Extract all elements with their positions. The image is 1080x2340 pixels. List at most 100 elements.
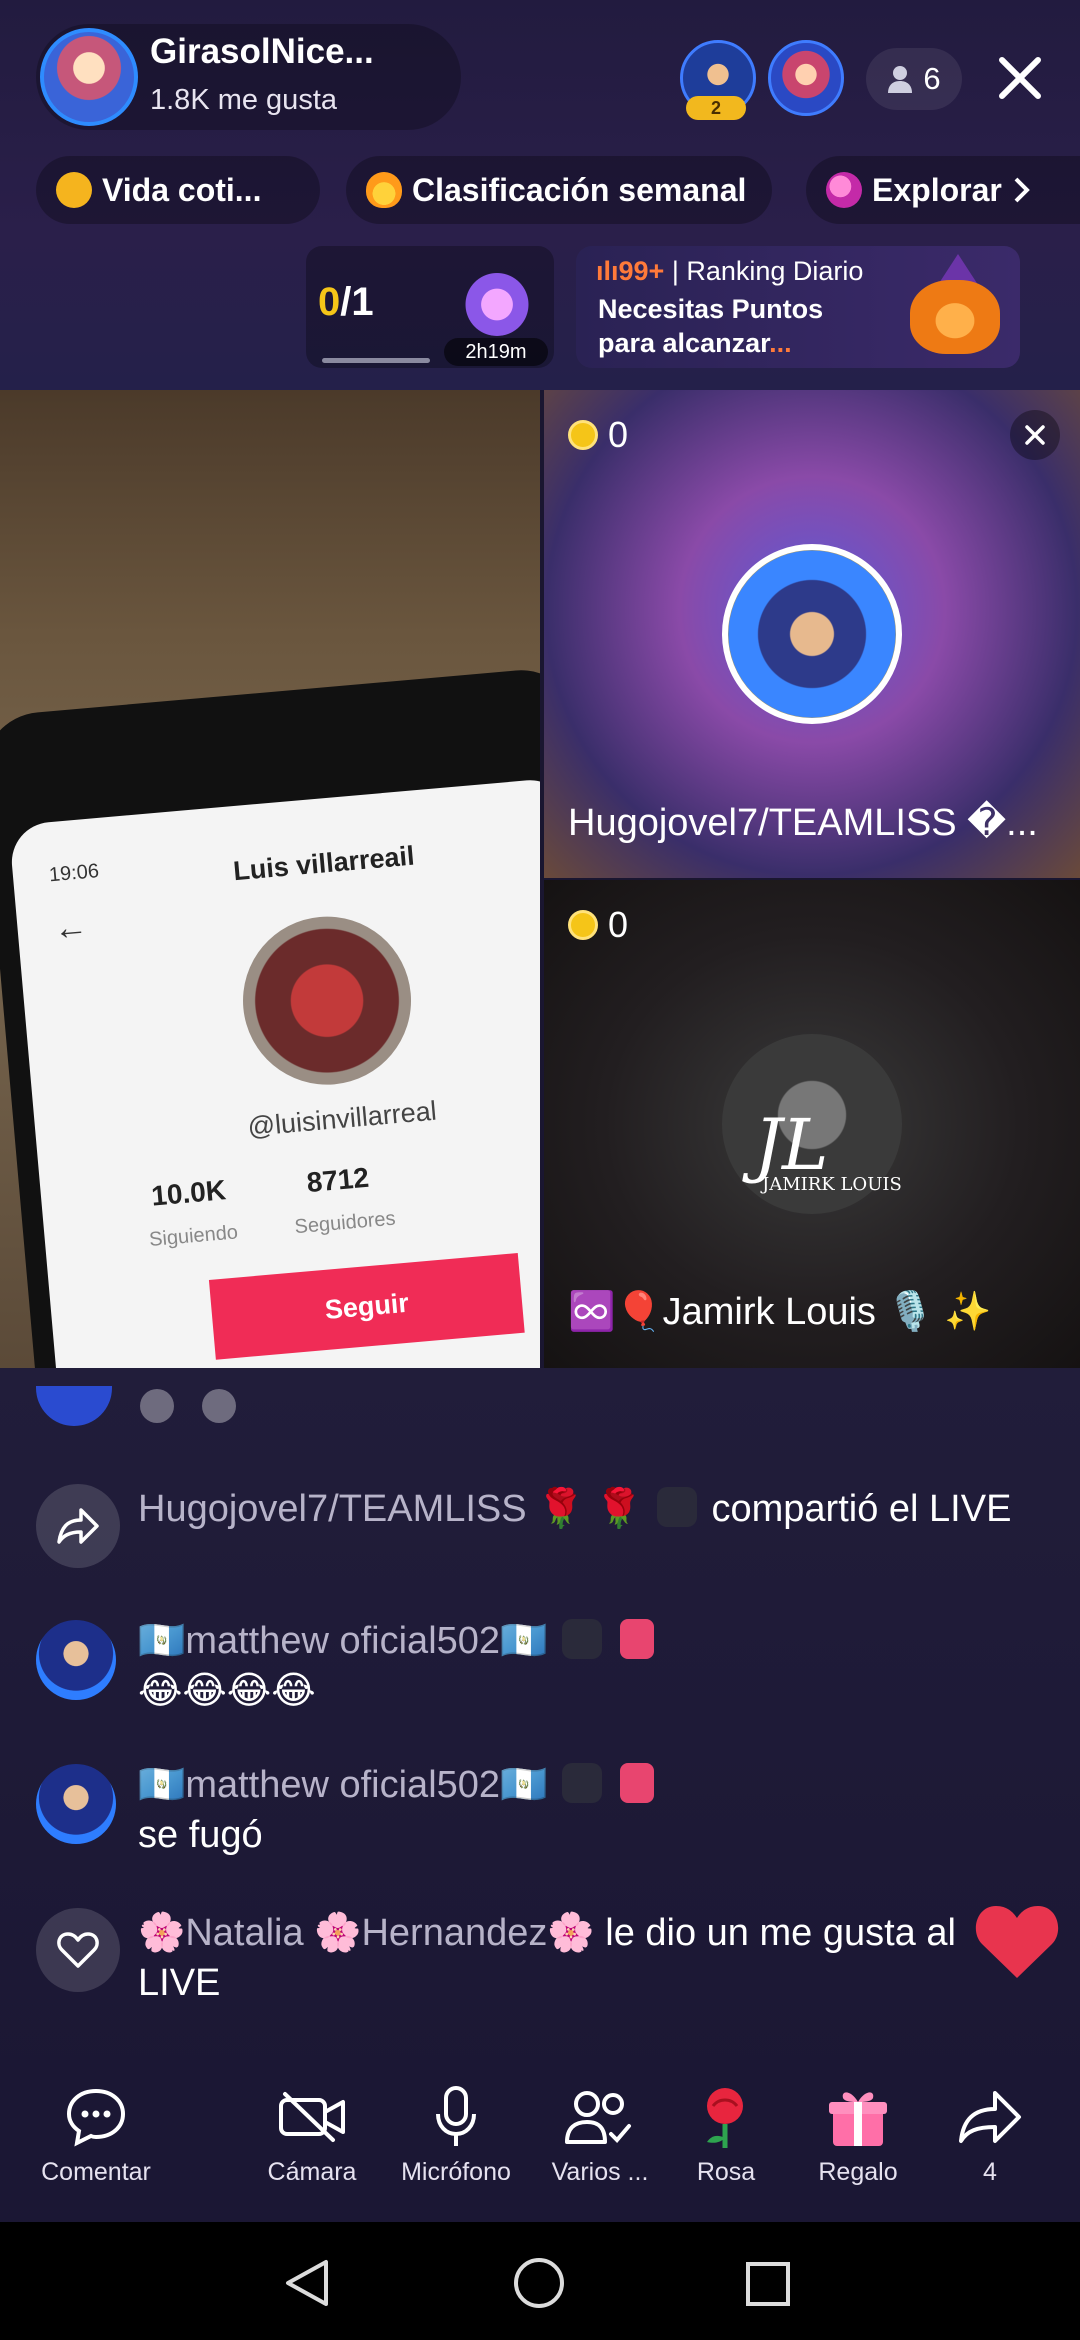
profile-avatar xyxy=(236,909,419,1092)
pumpkin-icon xyxy=(910,280,1000,354)
person-icon xyxy=(888,66,913,93)
chip-explore[interactable]: Explorar xyxy=(806,156,1080,224)
user-avatar[interactable] xyxy=(36,1764,116,1844)
gift-goal-widget[interactable]: 0/1 2h19m xyxy=(306,246,554,368)
bottom-toolbar: Comentar Cámara Micrófono Varios ... Ros… xyxy=(0,2056,1080,2222)
cohost-name: Hugojovel7/TEAMLISS �... xyxy=(568,802,1038,844)
cohost-avatar[interactable] xyxy=(722,544,902,724)
rose-icon xyxy=(707,2088,743,2148)
follower-badge-icon xyxy=(561,1763,602,1803)
following-label: Siguiendo xyxy=(148,1221,239,1252)
cohost-score: 0 xyxy=(568,904,628,946)
chip-label: Explorar xyxy=(872,171,1002,208)
viewer-rank-badge: 2 xyxy=(686,96,746,120)
chat-message: 🇬🇹matthew oficial502🇬🇹 😂😂😂😂 xyxy=(36,1616,1046,1716)
microphone-button[interactable]: Micrófono xyxy=(386,2082,526,2187)
level-badge-icon xyxy=(620,1763,655,1803)
camera-button[interactable]: Cámara xyxy=(242,2082,382,2187)
profile-name: Luis villarreail xyxy=(232,840,416,887)
chat-text: Hugojovel7/TEAMLISS 🌹 🌹 compartió el LIV… xyxy=(138,1484,1038,1534)
home-nav-icon[interactable] xyxy=(512,2256,566,2310)
chat-text: 🌸Natalia 🌸Hernandez🌸 le dio un me gusta … xyxy=(138,1908,1038,2008)
goal-progress: 0/1 xyxy=(318,280,374,324)
follower-badge-icon xyxy=(561,1619,602,1659)
chip-label: Clasificación semanal xyxy=(412,171,747,208)
level-badge-icon xyxy=(620,1619,655,1659)
comment-icon xyxy=(66,2088,126,2147)
flame-icon xyxy=(366,172,402,208)
microphone-label: Micrófono xyxy=(401,2158,511,2186)
daily-ranking-banner[interactable]: ılı99+ | Ranking Diario Necesitas Puntos… xyxy=(576,246,1020,368)
chat-username[interactable]: 🇬🇹matthew oficial502🇬🇹 xyxy=(138,1620,547,1662)
host-name[interactable]: GirasolNice... xyxy=(150,32,374,72)
chip-daily-life[interactable]: Vida coti... xyxy=(36,156,320,224)
profile-handle: @luisinvillarreal xyxy=(246,1095,438,1142)
gift-icon xyxy=(829,2092,887,2146)
share-icon xyxy=(36,1484,120,1568)
followers-label: Seguidores xyxy=(293,1207,397,1239)
chat-area[interactable]: Hugojovel7/TEAMLISS 🌹 🌹 compartió el LIV… xyxy=(0,1368,1080,2092)
reaction-avatar xyxy=(36,1386,112,1426)
top-viewer-avatar[interactable] xyxy=(768,40,844,116)
chat-username[interactable]: 🌸Natalia 🌸Hernandez🌸 xyxy=(138,1912,595,1954)
floating-heart-icon xyxy=(972,1900,1062,1982)
viewer-count: 6 xyxy=(923,61,941,96)
runner-icon xyxy=(140,1389,174,1423)
rose-gift-button[interactable]: Rosa xyxy=(656,2082,796,2187)
host-video-feed[interactable]: 19:06 Luis villarreail ← @luisinvillarre… xyxy=(0,390,540,1368)
following-count: 10.0K xyxy=(150,1174,228,1212)
share-badge-icon xyxy=(656,1487,697,1527)
phone-screen: 19:06 Luis villarreail ← @luisinvillarre… xyxy=(8,776,540,1368)
phone-time: 19:06 xyxy=(48,860,100,887)
reaction-strip xyxy=(36,1386,236,1426)
followers-count: 8712 xyxy=(305,1161,371,1199)
chevron-right-icon xyxy=(1014,177,1030,203)
back-nav-icon[interactable] xyxy=(282,2258,332,2308)
cohost-score: 0 xyxy=(568,414,628,456)
multi-guest-label: Varios ... xyxy=(551,2158,649,2186)
viewer-count-button[interactable]: 6 xyxy=(866,48,962,110)
chat-username[interactable]: 🇬🇹matthew oficial502🇬🇹 xyxy=(138,1764,547,1806)
chat-body: se fugó xyxy=(138,1814,263,1856)
microphone-icon xyxy=(436,2086,476,2146)
chat-message: 🇬🇹matthew oficial502🇬🇹 se fugó xyxy=(36,1760,1046,1860)
follow-button-in-video: Seguir xyxy=(208,1252,525,1360)
heart-outline-icon xyxy=(36,1908,120,1992)
puff-icon xyxy=(202,1389,236,1423)
ranking-line1: Necesitas Puntos xyxy=(598,294,824,324)
android-nav-bar xyxy=(0,2222,1080,2340)
chip-weekly-ranking[interactable]: Clasificación semanal xyxy=(346,156,772,224)
ranking-header: ılı99+ | Ranking Diario xyxy=(596,256,864,286)
recents-nav-icon[interactable] xyxy=(744,2260,792,2308)
gift-icon xyxy=(462,266,532,336)
chat-username[interactable]: Hugojovel7/TEAMLISS 🌹 🌹 xyxy=(138,1488,642,1530)
planet-icon xyxy=(826,172,862,208)
chat-body: compartió el LIVE xyxy=(711,1488,1012,1530)
ranking-line2: para alcanzar... xyxy=(598,328,792,358)
close-icon[interactable] xyxy=(994,52,1046,104)
comment-label: Comentar xyxy=(41,2158,151,2186)
chat-body: 😂😂😂😂 xyxy=(138,1670,316,1712)
cohost-panel[interactable]: 0 Hugojovel7/TEAMLISS �... xyxy=(544,390,1080,878)
share-count: 4 xyxy=(983,2158,997,2186)
gift-button[interactable]: Regalo xyxy=(788,2082,928,2187)
hashtag-icon xyxy=(56,172,92,208)
share-button[interactable]: 4 xyxy=(920,2082,1060,2187)
comment-button[interactable]: Comentar xyxy=(26,2082,166,2187)
goal-progress-bar xyxy=(322,358,430,363)
user-avatar[interactable] xyxy=(36,1620,116,1700)
host-avatar[interactable] xyxy=(40,28,138,126)
cohost-name: ♾️🎈Jamirk Louis 🎙️ ✨ xyxy=(568,1291,992,1333)
close-icon[interactable] xyxy=(1010,410,1060,460)
chat-message: Hugojovel7/TEAMLISS 🌹 🌹 compartió el LIV… xyxy=(36,1484,1046,1594)
coin-icon xyxy=(568,910,598,940)
chat-text: 🇬🇹matthew oficial502🇬🇹 😂😂😂😂 xyxy=(138,1616,1038,1716)
multi-guest-button[interactable]: Varios ... xyxy=(530,2082,670,2187)
gift-label: Regalo xyxy=(818,2158,898,2186)
camera-label: Cámara xyxy=(267,2158,357,2186)
cohost-panel[interactable]: 0 JL JAMIRK LOUIS ♾️🎈Jamirk Louis 🎙️ ✨ xyxy=(544,880,1080,1368)
chat-message: 🌸Natalia 🌸Hernandez🌸 le dio un me gusta … xyxy=(36,1908,1046,2018)
camera-off-icon xyxy=(279,2092,345,2142)
multi-guest-icon xyxy=(565,2091,631,2144)
goal-timer: 2h19m xyxy=(444,338,548,366)
